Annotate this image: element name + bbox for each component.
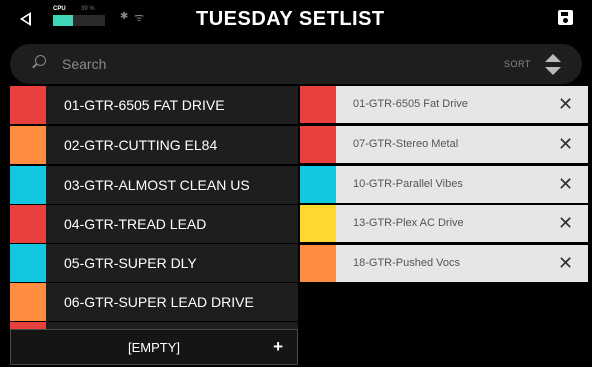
preset-item[interactable]: 04-GTR-TREAD LEAD (10, 205, 298, 243)
save-icon[interactable] (558, 10, 573, 25)
setlist-item-label: 18-GTR-Pushed Vocs (353, 257, 460, 269)
remove-icon[interactable]: ✕ (558, 94, 573, 114)
cpu-meter (53, 15, 105, 26)
cpu-percent: 39 % (81, 6, 95, 12)
page-title: TUESDAY SETLIST (196, 8, 385, 30)
setlist-color-swatch (300, 205, 336, 242)
preset-label: 02-GTR-CUTTING EL84 (64, 137, 218, 153)
setlist-item[interactable]: 13-GTR-Plex AC Drive ✕ (300, 205, 588, 242)
preset-label: 04-GTR-TREAD LEAD (64, 216, 207, 232)
remove-icon[interactable]: ✕ (558, 253, 573, 273)
remove-icon[interactable]: ✕ (558, 134, 573, 154)
bluetooth-icon: ✱ (120, 11, 129, 22)
setlist-item[interactable]: 10-GTR-Parallel Vibes ✕ (300, 166, 588, 203)
cpu-meter-fill (53, 15, 74, 26)
setlist-item[interactable]: 01-GTR-6505 Fat Drive ✕ (300, 86, 588, 123)
sort-label: SORT (504, 59, 531, 69)
empty-slot-button[interactable]: [EMPTY] + (10, 329, 298, 365)
preset-label: 05-GTR-SUPER DLY (64, 255, 197, 271)
remove-icon[interactable]: ✕ (558, 213, 573, 233)
preset-label: 03-GTR-ALMOST CLEAN US (64, 177, 250, 193)
preset-color-swatch (10, 205, 46, 243)
sort-up-icon (545, 54, 561, 62)
preset-item[interactable] (10, 322, 298, 329)
top-bar: CPU 39 % ✱ ᯤ TUESDAY SETLIST (0, 0, 592, 38)
sort-down-icon (545, 67, 561, 75)
preset-item[interactable]: 06-GTR-SUPER LEAD DRIVE (10, 283, 298, 321)
search-bar: SORT (10, 44, 582, 84)
search-input[interactable] (62, 54, 362, 74)
preset-item[interactable]: 01-GTR-6505 FAT DRIVE (10, 86, 298, 124)
setlist-color-swatch (300, 126, 336, 163)
preset-color-swatch (10, 283, 46, 321)
preset-color-swatch (10, 126, 46, 164)
preset-list[interactable]: 01-GTR-6505 FAT DRIVE 02-GTR-CUTTING EL8… (0, 86, 298, 329)
preset-item[interactable]: 02-GTR-CUTTING EL84 (10, 126, 298, 164)
preset-item[interactable]: 03-GTR-ALMOST CLEAN US (10, 166, 298, 204)
preset-color-swatch (10, 86, 46, 124)
setlist-item-label: 13-GTR-Plex AC Drive (353, 217, 464, 229)
back-arrow-icon[interactable] (20, 12, 31, 26)
add-icon[interactable]: + (273, 337, 283, 357)
preset-item[interactable]: 05-GTR-SUPER DLY (10, 244, 298, 282)
setlist-item-label: 01-GTR-6505 Fat Drive (353, 98, 468, 110)
cpu-label: CPU (53, 6, 66, 12)
preset-label: 01-GTR-6505 FAT DRIVE (64, 97, 225, 113)
remove-icon[interactable]: ✕ (558, 174, 573, 194)
preset-color-swatch (10, 166, 46, 204)
preset-color-swatch (10, 322, 46, 329)
preset-color-swatch (10, 244, 46, 282)
search-icon (35, 55, 46, 66)
setlist-item-label: 10-GTR-Parallel Vibes (353, 178, 463, 190)
setlist-color-swatch (300, 166, 336, 203)
wifi-icon: ᯤ (134, 12, 145, 24)
preset-label: 06-GTR-SUPER LEAD DRIVE (64, 294, 254, 310)
empty-slot-label: [EMPTY] (127, 340, 180, 355)
sort-arrows-icon[interactable] (544, 54, 562, 76)
setlist-item[interactable]: 07-GTR-Stereo Metal ✕ (300, 126, 588, 163)
setlist-color-swatch (300, 86, 336, 123)
setlist-item-label: 07-GTR-Stereo Metal (353, 138, 459, 150)
setlist-item[interactable]: 18-GTR-Pushed Vocs ✕ (300, 245, 588, 282)
setlist-color-swatch (300, 245, 336, 282)
